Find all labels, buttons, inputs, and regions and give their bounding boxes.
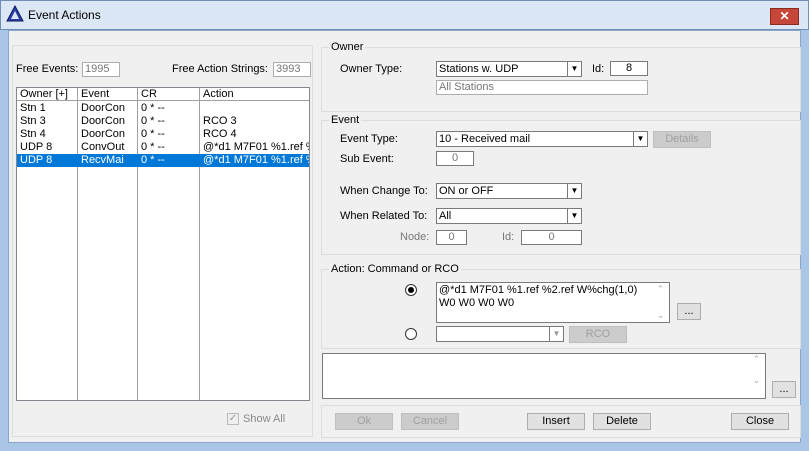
table-row[interactable]: UDP 8 RecvMai 0 * -- @*d1 M7F01 %1.ref % xyxy=(17,154,309,167)
chevron-down-icon: ▼ xyxy=(567,209,581,223)
ok-button[interactable]: Ok xyxy=(335,413,393,430)
action-group-label: Action: Command or RCO xyxy=(329,263,461,275)
chevron-down-icon: ▼ xyxy=(549,327,563,341)
column-header-action[interactable]: Action xyxy=(200,88,309,101)
cell-event: ConvOut xyxy=(81,141,125,153)
column-header-cr[interactable]: CR xyxy=(138,88,200,101)
app-logo-icon xyxy=(6,5,24,22)
node-label: Node: xyxy=(400,231,430,243)
close-window-button[interactable]: ✕ xyxy=(770,8,799,25)
command-textarea[interactable]: @*d1 M7F01 %1.ref %2.ref W%chg(1,0) W0 W… xyxy=(436,282,670,323)
cell-owner: UDP 8 xyxy=(20,141,53,153)
show-all-label: Show All xyxy=(243,413,286,425)
table-row[interactable]: Stn 4 DoorCon 0 * -- RCO 4 xyxy=(17,128,309,141)
column-header-event[interactable]: Event xyxy=(78,88,138,101)
scrollbar[interactable]: ⌃ ⌄ xyxy=(748,354,765,398)
event-type-combo[interactable]: 10 - Received mail ▼ xyxy=(436,131,648,147)
insert-button[interactable]: Insert xyxy=(527,413,585,430)
node-input[interactable]: 0 xyxy=(436,230,467,245)
rco-combo[interactable]: ▼ xyxy=(436,326,564,342)
free-events-label: Free Events: xyxy=(16,63,79,75)
cell-action: @*d1 M7F01 %1.ref % xyxy=(203,154,309,166)
show-all-checkbox[interactable]: ✓ xyxy=(227,413,239,425)
scrollbar[interactable]: ⌃ ⌄ xyxy=(652,283,669,322)
cell-event: DoorCon xyxy=(81,102,126,114)
comment-more-button[interactable]: ... xyxy=(772,381,796,398)
owner-id-label: Id: xyxy=(592,63,605,75)
details-button[interactable]: Details xyxy=(653,131,711,148)
chevron-down-icon: ▼ xyxy=(633,132,647,146)
event-type-label: Event Type: xyxy=(340,133,398,145)
table-row[interactable]: Stn 3 DoorCon 0 * -- RCO 3 xyxy=(17,115,309,128)
when-change-label: When Change To: xyxy=(340,185,428,197)
rco-radio[interactable] xyxy=(405,328,417,340)
cell-cr: 0 * -- xyxy=(141,102,165,114)
table-row[interactable]: Stn 1 DoorCon 0 * -- xyxy=(17,102,309,115)
owner-type-value: Stations w. UDP xyxy=(439,63,519,75)
when-change-value: ON or OFF xyxy=(439,185,494,197)
cell-owner: Stn 1 xyxy=(20,102,46,114)
cell-action: @*d1 M7F01 %1.ref % xyxy=(203,141,309,153)
table-row[interactable]: UDP 8 ConvOut 0 * -- @*d1 M7F01 %1.ref % xyxy=(17,141,309,154)
cell-cr: 0 * -- xyxy=(141,154,165,166)
cell-owner: UDP 8 xyxy=(20,154,53,166)
cell-cr: 0 * -- xyxy=(141,115,165,127)
command-text: @*d1 M7F01 %1.ref %2.ref W%chg(1,0) W0 W… xyxy=(439,284,638,309)
cell-event: DoorCon xyxy=(81,115,126,127)
comment-textarea[interactable]: ⌃ ⌄ xyxy=(322,353,766,399)
when-related-label: When Related To: xyxy=(340,210,428,222)
close-button[interactable]: Close xyxy=(731,413,789,430)
owner-type-combo[interactable]: Stations w. UDP ▼ xyxy=(436,61,582,77)
sub-event-input[interactable]: 0 xyxy=(436,151,474,166)
related-id-label: Id: xyxy=(502,231,515,243)
command-more-button[interactable]: ... xyxy=(677,303,701,320)
cell-owner: Stn 3 xyxy=(20,115,46,127)
cell-action: RCO 3 xyxy=(203,115,237,127)
owner-id-input[interactable]: 8 xyxy=(610,61,648,76)
cell-event: RecvMai xyxy=(81,154,124,166)
cancel-button[interactable]: Cancel xyxy=(401,413,459,430)
owner-type-label: Owner Type: xyxy=(340,63,403,75)
rco-button[interactable]: RCO xyxy=(569,326,627,343)
when-related-value: All xyxy=(439,210,452,222)
title-bar xyxy=(0,0,809,30)
event-list[interactable]: Owner [+] Event CR Action Stn 1 DoorCon 0 … xyxy=(16,87,310,401)
column-header-owner[interactable]: Owner [+] xyxy=(17,88,78,101)
sub-event-label: Sub Event: xyxy=(340,153,394,165)
owner-description-field: All Stations xyxy=(436,80,648,95)
free-actions-label: Free Action Strings: xyxy=(172,63,268,75)
cell-cr: 0 * -- xyxy=(141,128,165,140)
cell-owner: Stn 4 xyxy=(20,128,46,140)
cell-cr: 0 * -- xyxy=(141,141,165,153)
cell-action: RCO 4 xyxy=(203,128,237,140)
free-actions-field: 3993 xyxy=(273,62,311,77)
when-change-combo[interactable]: ON or OFF ▼ xyxy=(436,183,582,199)
chevron-down-icon: ▼ xyxy=(567,62,581,76)
window-title: Event Actions xyxy=(28,8,101,22)
owner-group-label: Owner xyxy=(329,41,366,53)
chevron-down-icon: ▼ xyxy=(567,184,581,198)
cell-event: DoorCon xyxy=(81,128,126,140)
free-events-field: 1995 xyxy=(82,62,120,77)
event-group-label: Event xyxy=(329,114,362,126)
when-related-combo[interactable]: All ▼ xyxy=(436,208,582,224)
event-type-value: 10 - Received mail xyxy=(439,133,531,145)
command-radio[interactable] xyxy=(405,284,417,296)
delete-button[interactable]: Delete xyxy=(593,413,651,430)
related-id-input[interactable]: 0 xyxy=(521,230,582,245)
